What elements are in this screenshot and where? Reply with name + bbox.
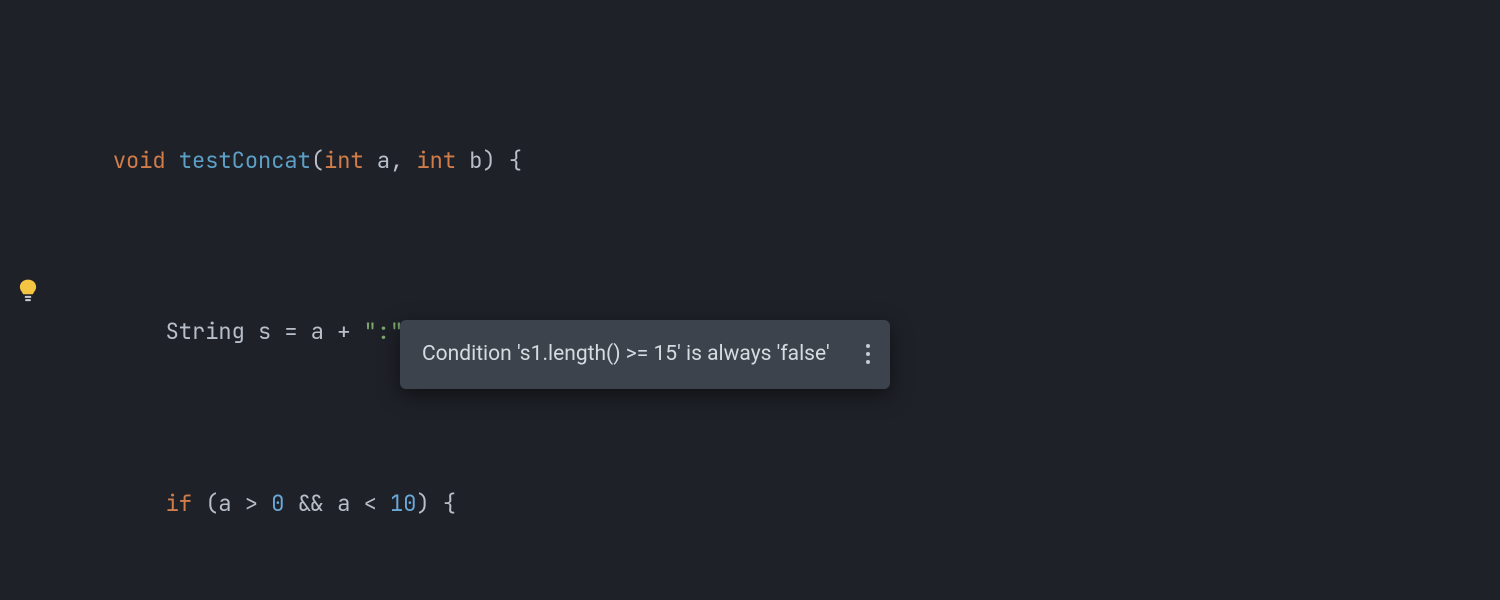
method-name: testConcat xyxy=(179,146,311,175)
intention-bulb-icon[interactable] xyxy=(18,278,40,304)
inspection-tooltip[interactable]: Condition 's1.length() >= 15' is always … xyxy=(400,320,890,389)
code-editor[interactable]: void testConcat(int a, int b) { String s… xyxy=(0,0,1500,600)
punct: ) { xyxy=(482,146,522,175)
keyword-if: if xyxy=(166,489,192,518)
tooltip-text: Condition 's1.length() >= 15' is always … xyxy=(422,334,830,375)
string-literal: ":" xyxy=(364,317,404,346)
keyword-void: void xyxy=(113,146,166,175)
code-line[interactable]: void testConcat(int a, int b) { xyxy=(0,139,1500,182)
number-literal: 0 xyxy=(271,489,284,518)
param-b: b xyxy=(456,146,482,175)
code-line[interactable]: if (a > 0 && a < 10) { xyxy=(0,482,1500,525)
code-block: void testConcat(int a, int b) { String s… xyxy=(0,10,1500,600)
punct: , xyxy=(390,146,416,175)
keyword-int: int xyxy=(416,146,456,175)
more-actions-icon[interactable] xyxy=(866,344,870,364)
code-text: String s = a + xyxy=(166,317,364,346)
number-literal: 10 xyxy=(390,489,416,518)
param-a: a xyxy=(364,146,390,175)
punct: ( xyxy=(311,146,324,175)
keyword-int: int xyxy=(324,146,364,175)
